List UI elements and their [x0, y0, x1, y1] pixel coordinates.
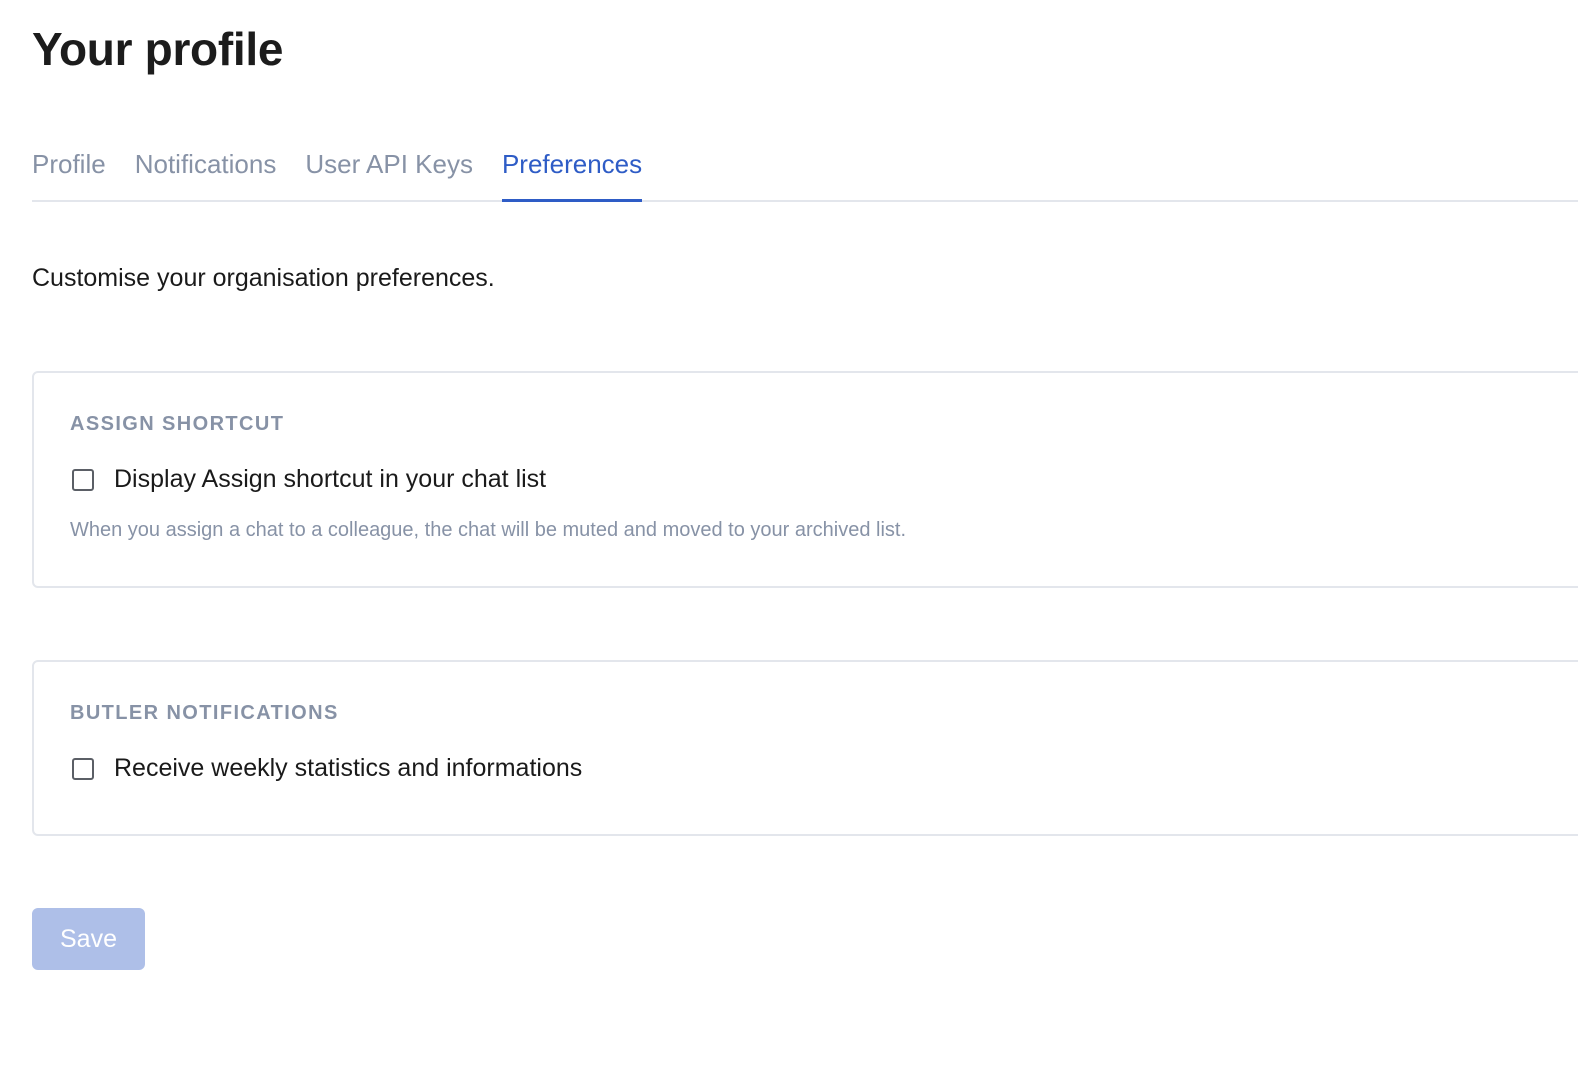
profile-tabs: Profile Notifications User API Keys Pref… [32, 140, 1578, 202]
help-text: When you assign a chat to a colleague, t… [70, 519, 907, 541]
assign-shortcut-checkbox[interactable] [72, 468, 94, 491]
weekly-statistics-option[interactable]: Receive weekly statistics and informatio… [72, 754, 582, 783]
section-title: ASSIGN SHORTCUT [70, 413, 285, 435]
weekly-statistics-checkbox[interactable] [72, 757, 94, 780]
tab-notifications[interactable]: Notifications [135, 140, 277, 200]
checkbox-label: Receive weekly statistics and informatio… [114, 754, 583, 782]
tab-preferences[interactable]: Preferences [501, 140, 643, 202]
checkbox-label: Display Assign shortcut in your chat lis… [114, 465, 547, 493]
assign-shortcut-option[interactable]: Display Assign shortcut in your chat lis… [72, 465, 546, 494]
butler-notifications-card: BUTLER NOTIFICATIONS Receive weekly stat… [32, 660, 1578, 836]
page-intro: Customise your organisation preferences. [32, 264, 495, 292]
section-title: BUTLER NOTIFICATIONS [70, 702, 339, 724]
assign-shortcut-card: ASSIGN SHORTCUT Display Assign shortcut … [32, 371, 1578, 588]
preferences-page: Your profile Profile Notifications User … [32, 0, 1578, 1066]
tab-profile[interactable]: Profile [32, 140, 106, 200]
page-title: Your profile [32, 23, 284, 75]
tab-user-api-keys[interactable]: User API Keys [305, 140, 473, 200]
save-button[interactable]: Save [32, 908, 145, 970]
